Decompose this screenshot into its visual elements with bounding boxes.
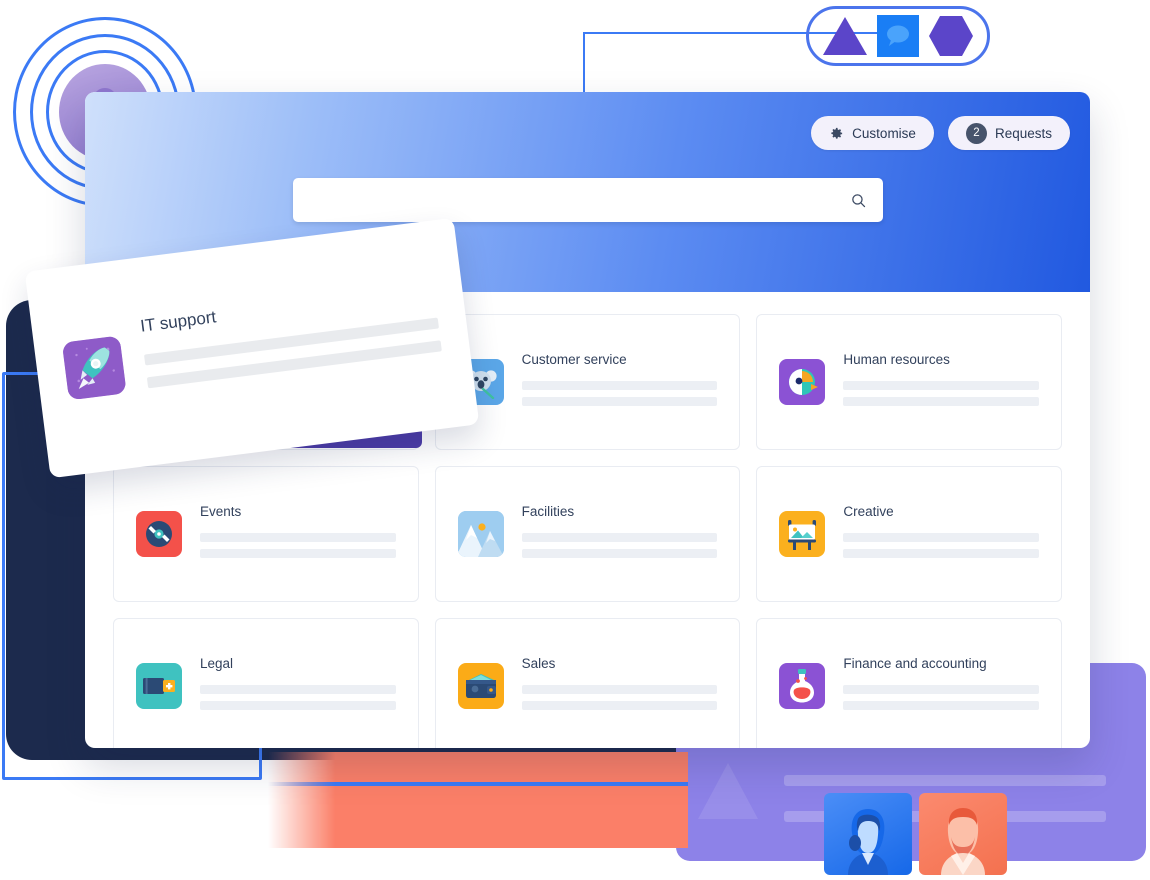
card-legal[interactable]: Legal: [113, 618, 419, 748]
requests-count-badge: 2: [965, 122, 987, 144]
customise-button[interactable]: Customise: [811, 116, 934, 150]
requests-label: Requests: [994, 125, 1052, 141]
card-title: Facilities: [521, 503, 575, 519]
card-sales[interactable]: Sales: [434, 618, 741, 748]
search-bar[interactable]: [292, 178, 883, 222]
card-title: Customer service: [521, 351, 627, 367]
record-icon: [136, 511, 182, 557]
card-title: Sales: [521, 655, 556, 671]
placeholder-bar: [843, 548, 1039, 558]
shape-pill-badge: [806, 6, 990, 66]
gear-icon: [831, 127, 843, 139]
card-body: Facilities: [521, 503, 718, 565]
card-body: Sales: [521, 655, 718, 717]
avatar-tile-man: [919, 793, 1007, 875]
card-body: Legal: [200, 656, 396, 717]
card-finance-and-accounting[interactable]: Finance and accounting: [756, 618, 1062, 748]
requests-button[interactable]: 2 Requests: [947, 116, 1070, 150]
illustration-stage: Customise 2 Requests IT supp: [0, 0, 1150, 880]
card-title: Events: [200, 503, 242, 519]
placeholder-bar: [200, 684, 396, 694]
card-body: Events: [200, 504, 396, 565]
card-title: Legal: [200, 655, 234, 671]
rocket-icon: [61, 335, 127, 401]
placeholder-bar: [521, 532, 718, 542]
customise-label: Customise: [852, 125, 916, 141]
chat-bubble-glyph: [887, 25, 909, 46]
mountain-icon: [457, 511, 504, 557]
wallet-icon: [457, 663, 504, 709]
card-title: Human resources: [843, 351, 950, 367]
card-human-resources[interactable]: Human resources: [756, 314, 1062, 450]
search-icon[interactable]: [850, 192, 867, 209]
placeholder-bar: [521, 684, 718, 694]
chat-bubble-icon: [877, 15, 919, 57]
placeholder-bar: [200, 532, 396, 542]
flask-icon: [779, 663, 826, 709]
placeholder-bar: [843, 700, 1039, 710]
placeholder-bar: [843, 396, 1039, 406]
placeholder-bar: [200, 700, 396, 710]
card-body: Finance and accounting: [843, 656, 1039, 717]
blue-accent-line: [268, 782, 688, 786]
card-body: Creative: [843, 504, 1039, 565]
placeholder-bar: [843, 532, 1039, 542]
coral-accent-bar: [268, 752, 688, 848]
purple-panel-bar: [784, 775, 1106, 786]
triangle-watermark-icon: [698, 763, 758, 819]
bird-icon: [779, 359, 826, 405]
card-body: Customer service: [521, 351, 718, 413]
triangle-icon: [823, 17, 867, 55]
book-icon: [136, 663, 182, 709]
placeholder-bar: [521, 396, 718, 406]
placeholder-bar: [521, 380, 718, 390]
avatar-tile-woman: [824, 793, 912, 875]
card-events[interactable]: Events: [113, 466, 419, 602]
card-body: Human resources: [843, 352, 1039, 413]
placeholder-bar: [521, 700, 718, 710]
card-facilities[interactable]: Facilities: [434, 466, 741, 602]
placeholder-bar: [146, 340, 442, 389]
floating-card-body: IT support: [139, 280, 444, 406]
card-title: Creative: [843, 503, 894, 519]
placeholder-bar: [521, 548, 718, 558]
easel-icon: [779, 511, 826, 557]
card-title: Finance and accounting: [843, 655, 987, 671]
placeholder-bar: [843, 684, 1039, 694]
placeholder-bar: [843, 380, 1039, 390]
header-actions: Customise 2 Requests: [811, 116, 1070, 150]
card-creative[interactable]: Creative: [756, 466, 1062, 602]
placeholder-bar: [200, 548, 396, 558]
search-input[interactable]: [292, 192, 850, 208]
card-customer-service[interactable]: Customer service: [434, 314, 741, 450]
hexagon-icon: [929, 16, 973, 56]
